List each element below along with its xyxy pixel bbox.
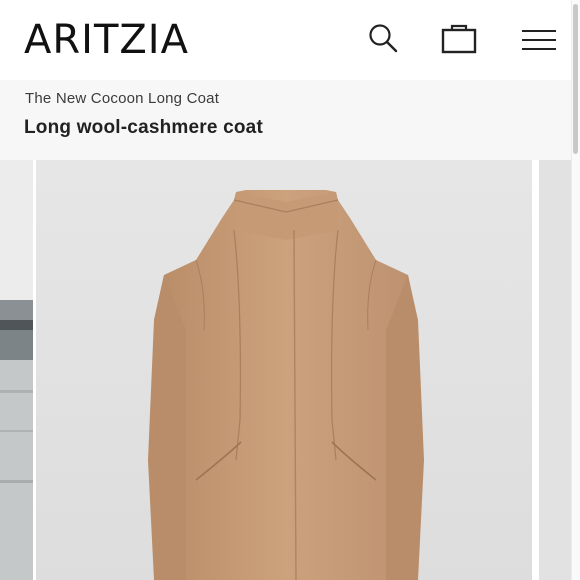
- previous-image-scene: [0, 160, 33, 580]
- hamburger-menu-icon: [522, 30, 556, 32]
- breadcrumb[interactable]: The New Cocoon Long Coat: [25, 90, 219, 107]
- hamburger-menu-icon: [522, 39, 556, 41]
- shopping-bag-icon: [441, 24, 477, 54]
- product-image-gallery[interactable]: [0, 160, 580, 580]
- page-title: Long wool-cashmere coat: [24, 117, 263, 138]
- scrollbar-thumb[interactable]: [573, 4, 578, 154]
- search-button[interactable]: [366, 22, 400, 56]
- hamburger-menu-icon: [522, 48, 556, 50]
- site-header: ARITZIA: [0, 0, 580, 80]
- previous-image-peek[interactable]: [0, 160, 33, 580]
- shopping-bag-button[interactable]: [438, 18, 480, 58]
- coat-illustration: [36, 160, 532, 580]
- product-image-main[interactable]: [36, 160, 532, 580]
- search-icon: [369, 24, 398, 53]
- brand-logo[interactable]: ARITZIA: [24, 16, 189, 64]
- next-image-peek[interactable]: [539, 160, 571, 580]
- menu-button[interactable]: [520, 24, 558, 56]
